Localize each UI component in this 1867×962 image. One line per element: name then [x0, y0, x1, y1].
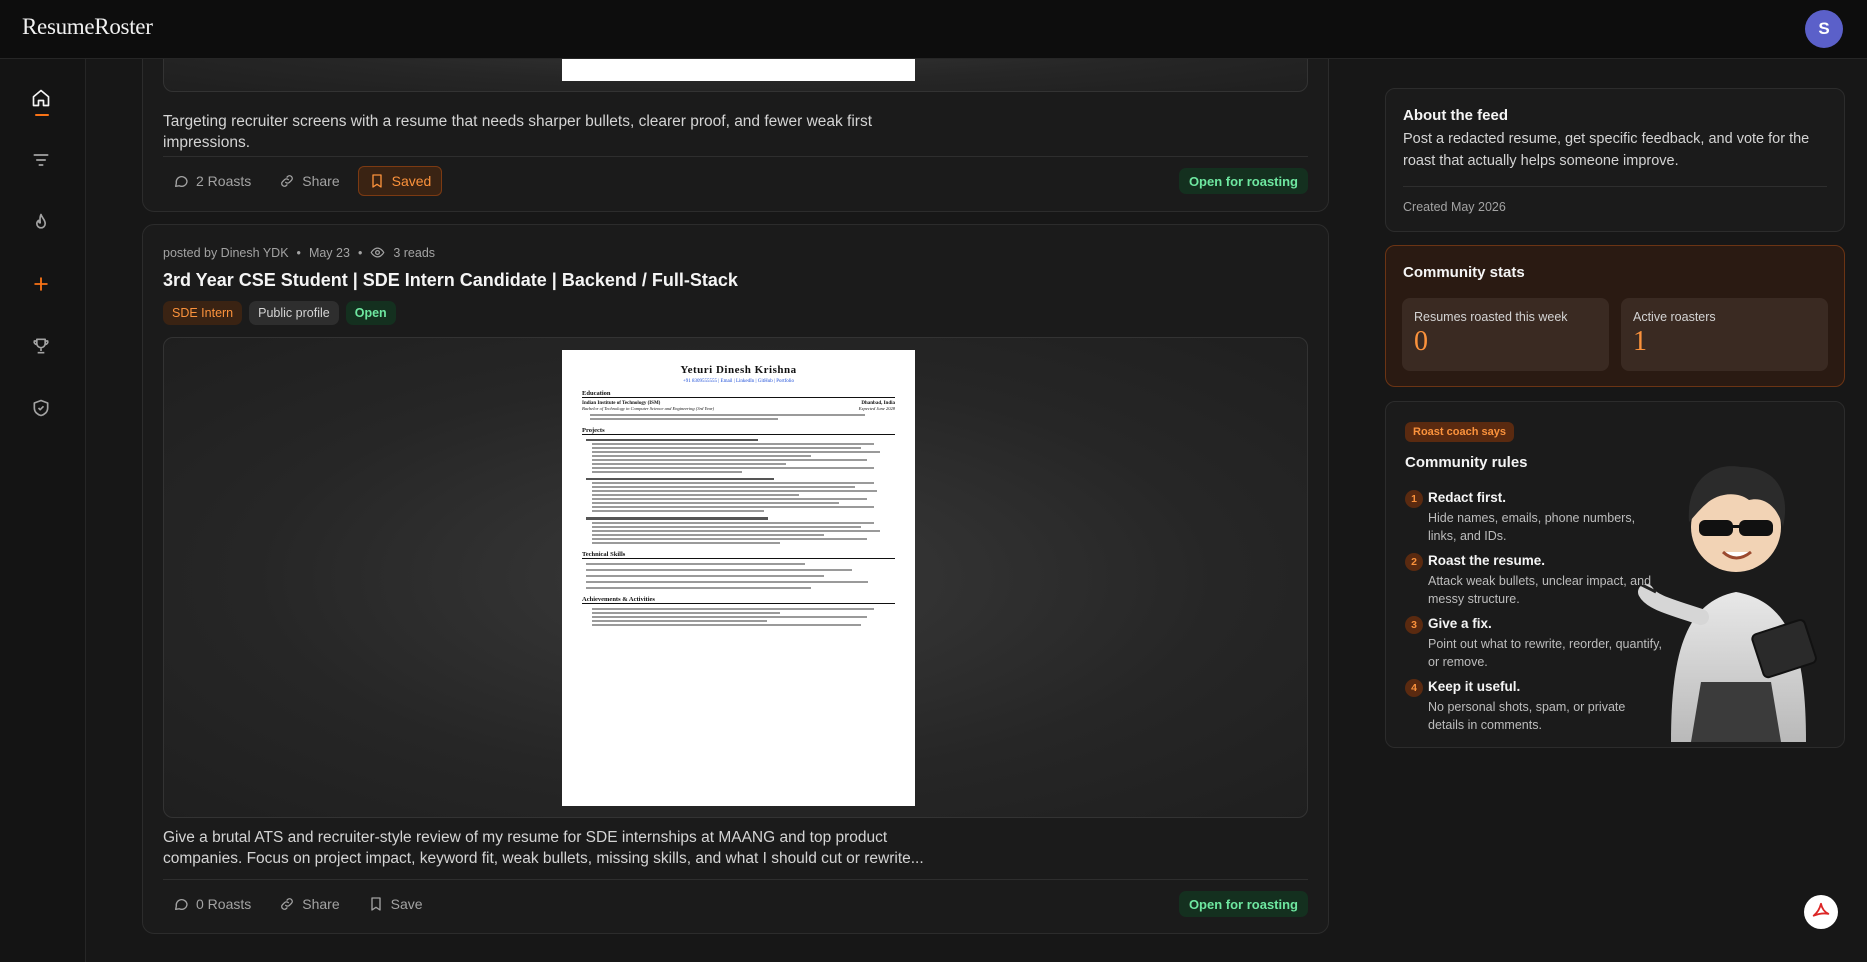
pdf-viewer-button[interactable] [1804, 895, 1838, 929]
roasts-count: 2 Roasts [196, 173, 252, 189]
post-card: posted by Dinesh YDK • May 23 • 3 reads … [142, 224, 1329, 934]
eye-icon [370, 247, 385, 258]
post-meta: posted by Dinesh YDK • May 23 • 3 reads [163, 245, 435, 260]
rule-number: 4 [1405, 679, 1423, 697]
coach-badge: Roast coach says [1405, 422, 1514, 442]
resume-section: Projects [582, 427, 895, 435]
link-icon [281, 898, 294, 910]
rule-number: 1 [1405, 490, 1423, 508]
resume-section: Achievements & Activities [582, 596, 895, 604]
rule-title: Roast the resume. [1428, 553, 1546, 568]
meta-separator: • [357, 245, 363, 260]
resume-lines-edu [582, 414, 895, 420]
roasts-button[interactable]: 0 Roasts [163, 889, 261, 919]
bookmark-icon [370, 897, 381, 911]
community-stats-panel: Community stats Resumes roasted this wee… [1385, 245, 1845, 387]
stat-value: 0 [1414, 326, 1428, 357]
resume-preview[interactable]: Yeturi Dinesh Krishna +91 8309555555 | E… [163, 337, 1308, 818]
post-tags: SDE Intern Public profile Open [163, 301, 396, 325]
tag-role: SDE Intern [163, 301, 243, 325]
comment-icon [175, 175, 188, 187]
pdf-icon [1812, 902, 1830, 917]
stat-label: Active roasters [1633, 310, 1716, 324]
post-actions: 0 Roasts Share Save [163, 889, 433, 919]
resume-page: Yeturi Dinesh Krishna +91 8309555555 | E… [562, 350, 915, 806]
shield-check-icon[interactable] [28, 395, 54, 421]
save-label: Saved [391, 173, 432, 189]
rule-number: 3 [1405, 616, 1423, 634]
post-date: May 23 [308, 245, 350, 260]
about-text: Post a redacted resume, get specific fee… [1403, 131, 1810, 169]
home-icon[interactable] [28, 85, 54, 111]
divider [1403, 186, 1827, 187]
stat-resumes-roasted: Resumes roasted this week 0 [1402, 298, 1609, 371]
post-description: Targeting recruiter screens with a resum… [163, 113, 873, 151]
about-title: About the feed [1403, 107, 1508, 124]
stat-active-roasters: Active roasters 1 [1621, 298, 1828, 371]
resume-degree: Bachelor of Technology in Computer Scien… [582, 406, 715, 411]
rule-description: Hide names, emails, phone numbers, links… [1428, 511, 1636, 543]
post-reads: 3 reads [393, 245, 436, 260]
left-nav-rail [0, 59, 86, 962]
saved-button[interactable]: Saved [357, 166, 443, 196]
resume-lines-achievements [582, 607, 895, 626]
link-icon [281, 175, 294, 187]
resume-lines-projects [582, 439, 895, 544]
share-label: Share [302, 896, 340, 912]
resume-expected: Expected June 2028 [858, 406, 895, 411]
filter-icon[interactable] [28, 147, 54, 173]
rule-title: Redact first. [1428, 490, 1507, 505]
active-indicator [35, 114, 49, 116]
save-label: Save [390, 896, 423, 912]
share-button[interactable]: Share [269, 889, 349, 919]
rule-number: 2 [1405, 553, 1423, 571]
top-bar: ResumeRoster S [0, 0, 1867, 59]
tag-status: Open [345, 301, 396, 325]
divider [163, 156, 1308, 157]
save-button[interactable]: Save [358, 889, 433, 919]
post-title[interactable]: 3rd Year CSE Student | SDE Intern Candid… [163, 270, 738, 291]
rule-description: Point out what to rewrite, reorder, quan… [1428, 637, 1662, 669]
post-description: Give a brutal ATS and recruiter-style re… [163, 829, 924, 867]
rules-title: Community rules [1405, 454, 1528, 471]
stat-label: Resumes roasted this week [1414, 310, 1568, 324]
rule-title: Keep it useful. [1428, 679, 1521, 694]
created-date: Created May 2026 [1403, 200, 1506, 214]
stat-value: 1 [1633, 326, 1647, 357]
tag-visibility: Public profile [249, 301, 339, 325]
resume-name: Yeturi Dinesh Krishna [680, 364, 797, 376]
rule-description: No personal shots, spam, or private deta… [1428, 700, 1626, 732]
post-author[interactable]: posted by Dinesh YDK [163, 246, 289, 260]
roasts-button[interactable]: 2 Roasts [163, 166, 261, 196]
meta-separator: • [296, 245, 301, 260]
resume-contact: +91 8309555555 | Email | LinkedIn | GitH… [682, 379, 795, 384]
divider [163, 879, 1308, 880]
resume-section: Education [582, 390, 895, 398]
post-actions: 2 Roasts Share Saved [163, 166, 443, 196]
user-avatar[interactable]: S [1805, 10, 1843, 48]
resume-section: Technical Skills [582, 551, 895, 559]
bookmark-icon [371, 174, 382, 188]
status-badge: Open for roasting [1178, 891, 1308, 917]
share-button[interactable]: Share [269, 166, 349, 196]
flame-icon[interactable] [28, 209, 54, 235]
share-label: Share [302, 173, 340, 189]
rule-title: Give a fix. [1428, 616, 1492, 631]
plus-icon[interactable] [28, 271, 54, 297]
brand-logo[interactable]: ResumeRoster [22, 14, 153, 40]
roasts-count: 0 Roasts [196, 896, 252, 912]
rule-description: Attack weak bullets, unclear impact, and… [1428, 574, 1652, 606]
about-panel: About the feed Post a redacted resume, g… [1385, 88, 1845, 232]
resume-lines-skills [582, 562, 895, 589]
trophy-icon[interactable] [28, 333, 54, 359]
comment-icon [175, 898, 188, 910]
community-rules-panel: Roast coach says Community rules 1 Redac… [1385, 401, 1845, 748]
status-badge: Open for roasting [1178, 168, 1308, 194]
stats-title: Community stats [1403, 264, 1525, 281]
